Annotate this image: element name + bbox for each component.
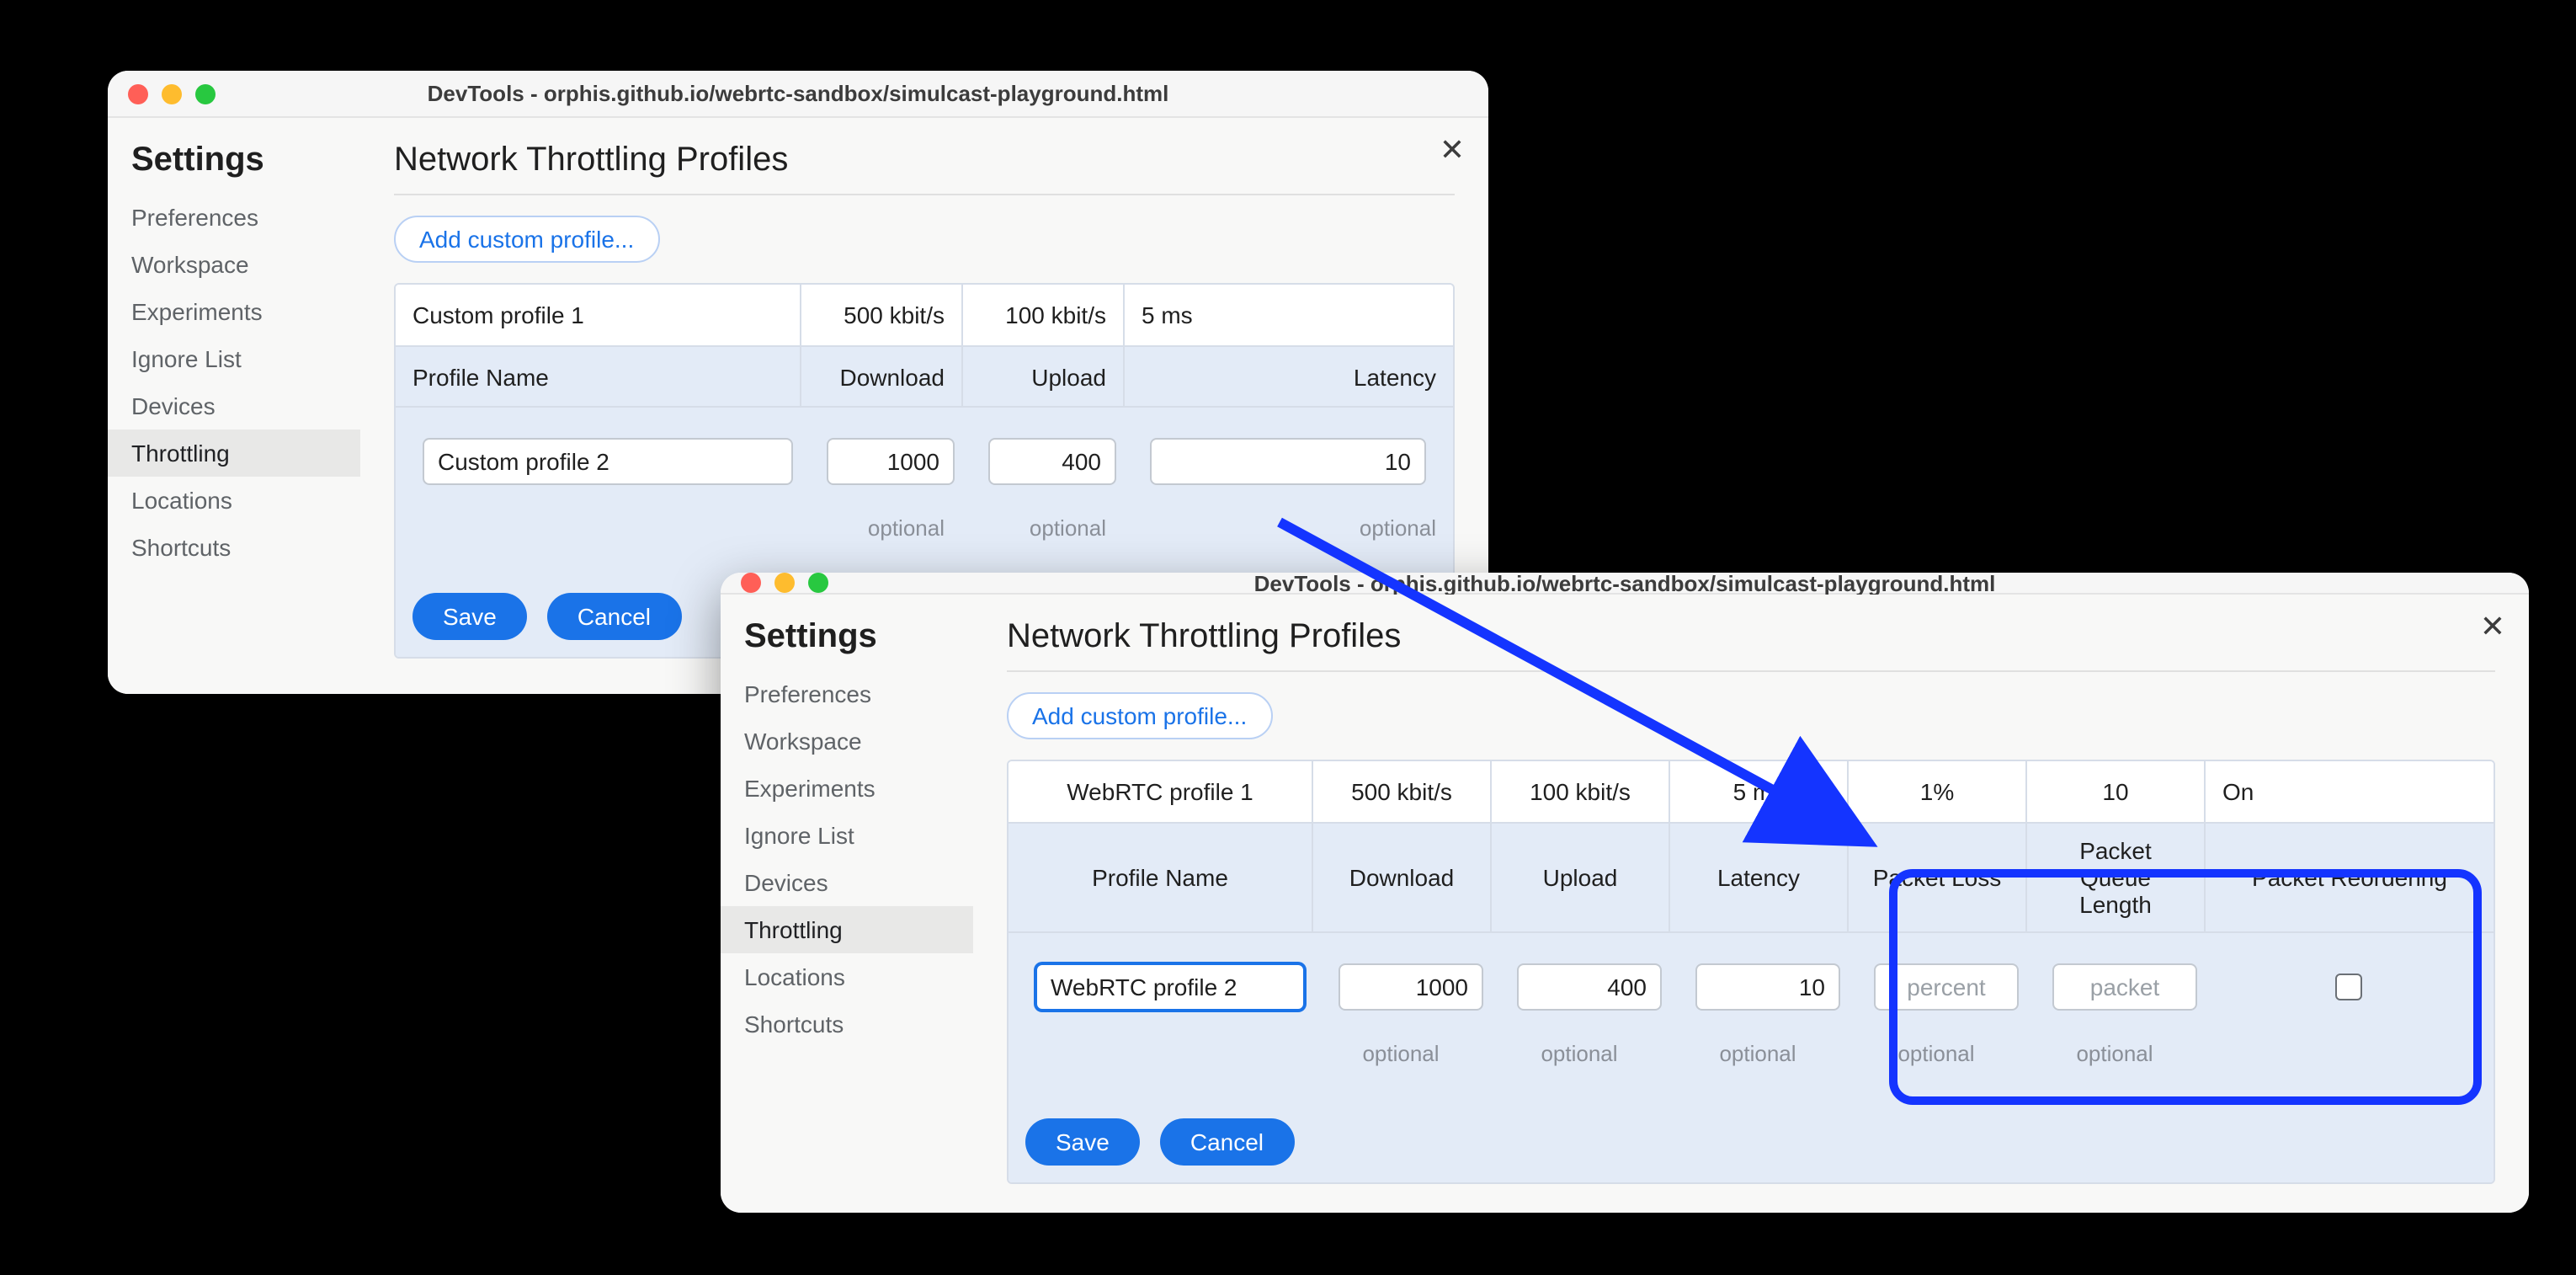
nav-experiments[interactable]: Experiments (108, 288, 360, 335)
helper-row: optional optional optional (396, 515, 1453, 576)
helper-upload: optional (1490, 1041, 1669, 1102)
col-packet-reorder: Packet Reordering (2204, 824, 2494, 931)
save-button[interactable]: Save (412, 593, 527, 640)
cell-upload: 100 kbit/s (961, 285, 1123, 345)
download-input[interactable] (1339, 963, 1483, 1011)
minimize-window-icon[interactable] (774, 573, 795, 593)
col-packet-loss: Packet Loss (1847, 824, 2025, 931)
nav-locations[interactable]: Locations (721, 953, 973, 1000)
edit-row (1009, 931, 2494, 1041)
latency-input[interactable] (1695, 963, 1840, 1011)
col-download: Download (1312, 824, 1490, 931)
nav-shortcuts[interactable]: Shortcuts (108, 524, 360, 571)
edit-row (396, 406, 1453, 515)
helper-latency: optional (1669, 1041, 1847, 1102)
col-packet-queue: Packet Queue Length (2025, 824, 2204, 931)
profile-name-input[interactable] (1035, 963, 1305, 1011)
add-custom-profile-button[interactable]: Add custom profile... (394, 216, 659, 263)
col-latency: Latency (1669, 824, 1847, 931)
helper-upload: optional (961, 515, 1123, 576)
col-profile-name: Profile Name (1009, 824, 1312, 931)
nav-devices[interactable]: Devices (721, 859, 973, 906)
nav-shortcuts[interactable]: Shortcuts (721, 1000, 973, 1048)
column-headers: Profile Name Download Upload Latency (396, 345, 1453, 406)
nav-experiments[interactable]: Experiments (721, 765, 973, 812)
nav-preferences[interactable]: Preferences (721, 670, 973, 718)
col-upload: Upload (1490, 824, 1669, 931)
nav-workspace[interactable]: Workspace (721, 718, 973, 765)
nav-ignore-list[interactable]: Ignore List (721, 812, 973, 859)
close-icon[interactable]: ✕ (2480, 611, 2505, 642)
cell-download: 500 kbit/s (800, 285, 961, 345)
profile-row[interactable]: Custom profile 1 500 kbit/s 100 kbit/s 5… (396, 285, 1453, 345)
helper-row: optional optional optional optional opti… (1009, 1041, 2494, 1102)
page-title: Network Throttling Profiles (1007, 618, 2495, 672)
traffic-lights (108, 83, 216, 104)
cell-upload: 100 kbit/s (1490, 761, 1669, 822)
upload-input[interactable] (988, 438, 1116, 485)
zoom-window-icon[interactable] (808, 573, 828, 593)
close-window-icon[interactable] (128, 83, 148, 104)
cell-name: WebRTC profile 1 (1009, 761, 1312, 822)
nav-throttling[interactable]: Throttling (721, 906, 973, 953)
packet-reorder-checkbox[interactable] (2335, 974, 2362, 1000)
nav-devices[interactable]: Devices (108, 382, 360, 429)
cancel-button[interactable]: Cancel (547, 593, 681, 640)
titlebar: DevTools - orphis.github.io/webrtc-sandb… (721, 573, 2529, 595)
download-input[interactable] (827, 438, 955, 485)
upload-input[interactable] (1517, 963, 1662, 1011)
helper-download: optional (800, 515, 961, 576)
page-title: Network Throttling Profiles (394, 141, 1455, 195)
window-title: DevTools - orphis.github.io/webrtc-sandb… (721, 573, 2529, 595)
minimize-window-icon[interactable] (162, 83, 182, 104)
column-headers: Profile Name Download Upload Latency Pac… (1009, 822, 2494, 931)
col-latency: Latency (1123, 347, 1453, 406)
zoom-window-icon[interactable] (195, 83, 216, 104)
cell-latency: 5 ms (1123, 285, 1453, 345)
packet-loss-input[interactable] (1874, 963, 2019, 1011)
close-window-icon[interactable] (741, 573, 761, 593)
profile-row[interactable]: WebRTC profile 1 500 kbit/s 100 kbit/s 5… (1009, 761, 2494, 822)
close-icon[interactable]: ✕ (1440, 135, 1465, 165)
helper-loss: optional (1847, 1041, 2025, 1102)
helper-latency: optional (1123, 515, 1453, 576)
helper-download: optional (1312, 1041, 1490, 1102)
cell-latency: 5 ms (1669, 761, 1847, 822)
nav-workspace[interactable]: Workspace (108, 241, 360, 288)
cell-packet-loss: 1% (1847, 761, 2025, 822)
cell-download: 500 kbit/s (1312, 761, 1490, 822)
col-profile-name: Profile Name (396, 347, 800, 406)
nav-ignore-list[interactable]: Ignore List (108, 335, 360, 382)
cancel-button[interactable]: Cancel (1160, 1118, 1294, 1166)
helper-queue: optional (2025, 1041, 2204, 1102)
nav-preferences[interactable]: Preferences (108, 194, 360, 241)
traffic-lights (721, 573, 828, 593)
save-button[interactable]: Save (1025, 1118, 1140, 1166)
settings-sidebar: Settings Preferences Workspace Experimen… (108, 118, 360, 694)
add-custom-profile-button[interactable]: Add custom profile... (1007, 692, 1272, 739)
settings-sidebar: Settings Preferences Workspace Experimen… (721, 595, 973, 1213)
col-upload: Upload (961, 347, 1123, 406)
window-title: DevTools - orphis.github.io/webrtc-sandb… (108, 81, 1488, 106)
cell-name: Custom profile 1 (396, 285, 800, 345)
cell-packet-reorder: On (2204, 761, 2494, 822)
packet-queue-input[interactable] (2052, 963, 2197, 1011)
titlebar: DevTools - orphis.github.io/webrtc-sandb… (108, 71, 1488, 118)
settings-heading: Settings (721, 618, 973, 670)
profile-name-input[interactable] (423, 438, 793, 485)
nav-throttling[interactable]: Throttling (108, 429, 360, 477)
settings-heading: Settings (108, 141, 360, 194)
nav-locations[interactable]: Locations (108, 477, 360, 524)
latency-input[interactable] (1150, 438, 1426, 485)
col-download: Download (800, 347, 961, 406)
cell-packet-queue: 10 (2025, 761, 2204, 822)
